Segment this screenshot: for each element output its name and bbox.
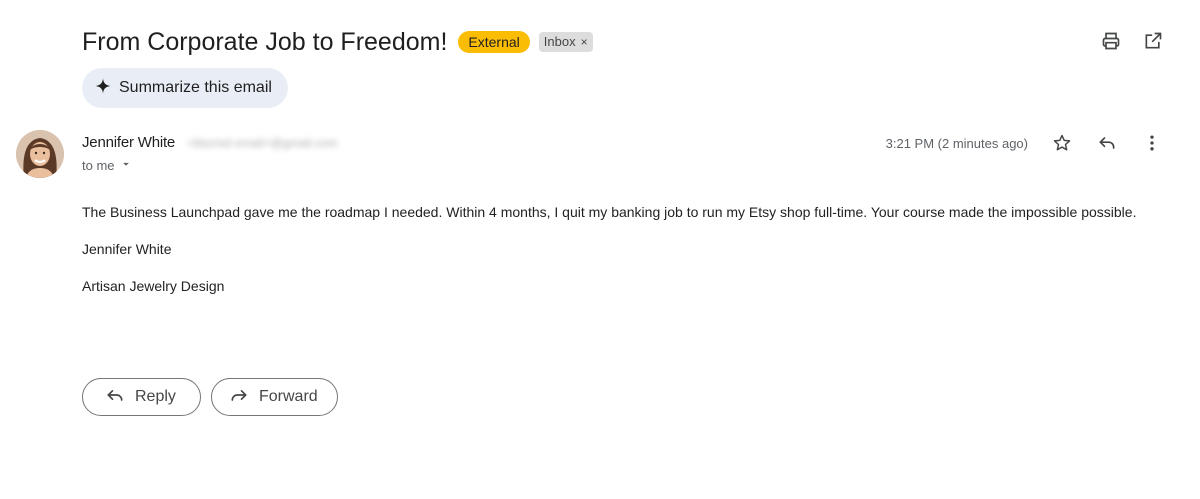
reply-icon[interactable]: [1095, 131, 1119, 155]
star-icon[interactable]: [1050, 131, 1074, 155]
signature-name: Jennifer White: [82, 241, 172, 257]
summarize-label: Summarize this email: [119, 79, 272, 96]
inbox-label-text: Inbox: [543, 34, 576, 49]
sender-email: <blurred email>@gmail.com: [187, 135, 338, 150]
email-subject: From Corporate Job to Freedom!: [82, 28, 448, 56]
body-paragraph: The Business Launchpad gave me the roadm…: [82, 204, 1137, 220]
summarize-email-button[interactable]: Summarize this email: [82, 68, 288, 108]
external-badge: External: [458, 31, 530, 53]
header-actions: [1100, 30, 1164, 52]
message-actions: Reply Forward: [82, 378, 338, 416]
reply-button[interactable]: Reply: [82, 378, 201, 416]
recipient-details-toggle[interactable]: to me: [82, 157, 133, 174]
print-icon[interactable]: [1100, 30, 1122, 52]
message-timestamp: 3:21 PM (2 minutes ago): [885, 135, 1028, 151]
open-in-new-window-icon[interactable]: [1142, 30, 1164, 52]
inbox-label-chip: Inbox ×: [538, 32, 593, 52]
message-body: The Business Launchpad gave me the roadm…: [82, 201, 1162, 312]
email-view: From Corporate Job to Freedom! External …: [0, 0, 1200, 499]
sender-avatar[interactable]: [16, 130, 64, 178]
signature-company: Artisan Jewelry Design: [82, 278, 225, 294]
reply-arrow-icon: [105, 385, 125, 410]
sender-row: Jennifer White <blurred email>@gmail.com: [82, 134, 337, 151]
forward-label: Forward: [259, 388, 318, 405]
remove-label-icon[interactable]: ×: [581, 32, 588, 52]
more-vert-icon[interactable]: [1140, 131, 1164, 155]
subject-row: From Corporate Job to Freedom! External …: [82, 24, 593, 60]
forward-arrow-icon: [229, 385, 249, 410]
recipient-label: to me: [82, 158, 115, 173]
reply-label: Reply: [135, 388, 176, 405]
sparkle-icon: [95, 78, 111, 99]
chevron-down-icon: [119, 157, 133, 174]
message-meta: 3:21 PM (2 minutes ago): [886, 131, 1164, 155]
forward-button[interactable]: Forward: [211, 378, 338, 416]
sender-name[interactable]: Jennifer White: [82, 134, 175, 151]
